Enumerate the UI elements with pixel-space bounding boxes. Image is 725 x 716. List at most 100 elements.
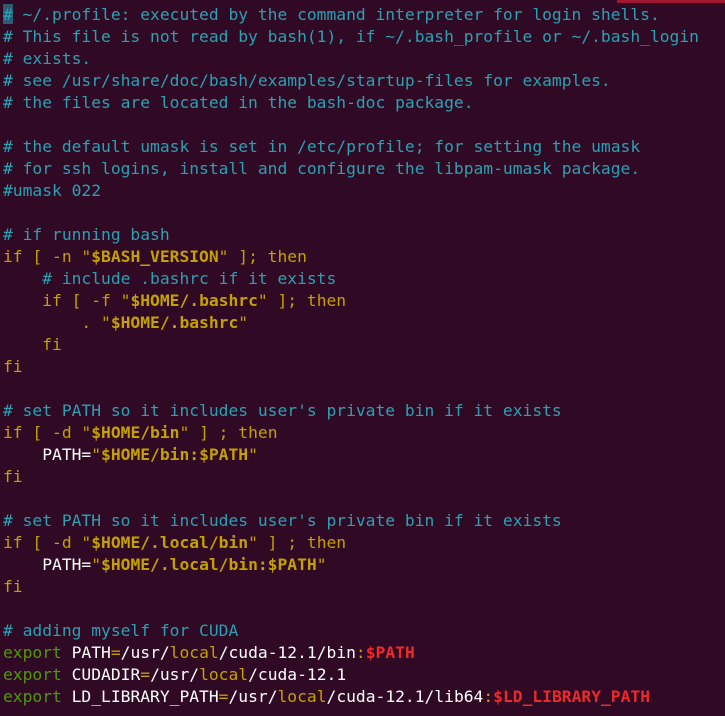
line-segment: fi — [3, 467, 23, 486]
line-segment: : — [483, 687, 494, 706]
terminal-line: # the default umask is set in /etc/profi… — [3, 136, 725, 158]
terminal-line: export CUDADIR=/usr/local/cuda-12.1 — [3, 664, 725, 686]
line-segment: /cuda-12.1 — [248, 665, 347, 684]
title-bar-accent — [617, 0, 725, 3]
line-segment: /usr/ — [150, 665, 200, 684]
line-segment: if [ — [42, 291, 92, 310]
terminal-line: PATH="$HOME/.local/bin:$PATH" — [3, 554, 725, 576]
line-segment: export — [3, 665, 62, 684]
terminal-line: # if running bash — [3, 224, 725, 246]
line-segment: /cuda-12.1/lib64 — [326, 687, 484, 706]
terminal-line: if [ -f "$HOME/.bashrc" ]; then — [3, 290, 725, 312]
terminal-line: fi — [3, 334, 725, 356]
terminal-window[interactable]: # ~/.profile: executed by the command in… — [0, 0, 725, 716]
terminal-line: if [ -n "$BASH_VERSION" ]; then — [3, 246, 725, 268]
line-segment: $PATH — [365, 643, 415, 662]
line-segment: -d — [52, 533, 72, 552]
line-segment: local — [169, 643, 219, 662]
line-segment: # the default umask is set in /etc/profi… — [3, 137, 641, 156]
terminal-line: # exists. — [3, 48, 725, 70]
line-segment: " ] ; then — [179, 423, 278, 442]
line-segment: if [ — [3, 423, 53, 442]
line-segment: PATH= — [3, 555, 92, 574]
terminal-line: # ~/.profile: executed by the command in… — [3, 4, 725, 26]
terminal-line: # see /usr/share/doc/bash/examples/start… — [3, 70, 725, 92]
line-segment: /usr/ — [120, 643, 170, 662]
line-segment: # if running bash — [3, 225, 170, 244]
line-segment: PATH — [61, 643, 111, 662]
line-segment: fi — [3, 577, 23, 596]
line-segment: # for ssh logins, install and configure … — [3, 159, 641, 178]
line-segment: if [ — [3, 533, 53, 552]
line-segment: # include .bashrc if it exists — [42, 269, 337, 288]
line-segment: " — [71, 533, 92, 552]
line-segment: " — [238, 313, 249, 332]
line-segment: = — [218, 687, 229, 706]
line-segment: #umask 022 — [3, 181, 102, 200]
terminal-line: fi — [3, 356, 725, 378]
terminal-line: # the files are located in the bash-doc … — [3, 92, 725, 114]
line-segment: . " — [3, 313, 111, 332]
line-segment: $BASH_VERSION — [91, 247, 219, 266]
line-segment: " — [110, 291, 131, 310]
line-segment: " — [91, 555, 102, 574]
terminal-line: PATH="$HOME/bin:$PATH" — [3, 444, 725, 466]
terminal-line: # set PATH so it includes user's private… — [3, 510, 725, 532]
line-segment: /cuda-12.1/bin — [218, 643, 356, 662]
line-segment: $HOME/bin:$PATH — [101, 445, 249, 464]
line-segment: " ]; then — [257, 291, 347, 310]
line-segment: = — [110, 643, 121, 662]
line-segment: $HOME/.local/bin:$PATH — [101, 555, 317, 574]
terminal-line: # adding myself for CUDA — [3, 620, 725, 642]
line-segment: " ]; then — [218, 247, 307, 266]
line-segment: local — [199, 665, 249, 684]
line-segment: # set PATH so it includes user's private… — [3, 511, 562, 530]
line-segment: # the files are located in the bash-doc … — [3, 93, 474, 112]
terminal-line: if [ -d "$HOME/.local/bin" ] ; then — [3, 532, 725, 554]
terminal-line: fi — [3, 576, 725, 598]
line-segment: $HOME/.bashrc — [130, 291, 258, 310]
line-segment: PATH= — [3, 445, 92, 464]
terminal-content[interactable]: # ~/.profile: executed by the command in… — [0, 4, 725, 708]
line-segment: export — [3, 687, 62, 706]
line-segment: # see /usr/share/doc/bash/examples/start… — [3, 71, 611, 90]
line-segment: fi — [42, 335, 62, 354]
line-segment: " — [316, 555, 327, 574]
line-segment: " — [71, 423, 92, 442]
terminal-line: # for ssh logins, install and configure … — [3, 158, 725, 180]
terminal-line: fi — [3, 466, 725, 488]
line-segment: # set PATH so it includes user's private… — [3, 401, 562, 420]
line-segment: -d — [52, 423, 72, 442]
line-segment: # adding myself for CUDA — [3, 621, 239, 640]
line-segment: export — [3, 643, 62, 662]
line-segment: -f — [91, 291, 111, 310]
line-segment: = — [140, 665, 151, 684]
line-segment: CUDADIR — [61, 665, 141, 684]
line-segment: " — [248, 445, 258, 464]
line-segment: " — [91, 445, 102, 464]
terminal-line: # include .bashrc if it exists — [3, 268, 725, 290]
line-segment: $HOME/bin — [91, 423, 180, 442]
line-segment: : — [355, 643, 366, 662]
line-segment: # ~/.profile: executed by the command in… — [3, 5, 660, 24]
line-segment — [3, 269, 42, 288]
terminal-line: . "$HOME/.bashrc" — [3, 312, 725, 334]
terminal-line: #umask 022 — [3, 180, 725, 202]
line-segment — [3, 335, 42, 354]
line-segment: if [ — [3, 247, 53, 266]
terminal-line: # set PATH so it includes user's private… — [3, 400, 725, 422]
text-cursor — [3, 4, 13, 24]
line-segment: # This file is not read by bash(1), if ~… — [3, 27, 699, 46]
line-segment: local — [277, 687, 327, 706]
line-segment: $HOME/.bashrc — [110, 313, 239, 332]
line-segment: $HOME/.local/bin — [91, 533, 249, 552]
line-segment: LD_LIBRARY_PATH — [61, 687, 219, 706]
line-segment: fi — [3, 357, 23, 376]
terminal-line: # This file is not read by bash(1), if ~… — [3, 26, 725, 48]
line-segment: # exists. — [3, 49, 92, 68]
terminal-line: export LD_LIBRARY_PATH=/usr/local/cuda-1… — [3, 686, 725, 708]
